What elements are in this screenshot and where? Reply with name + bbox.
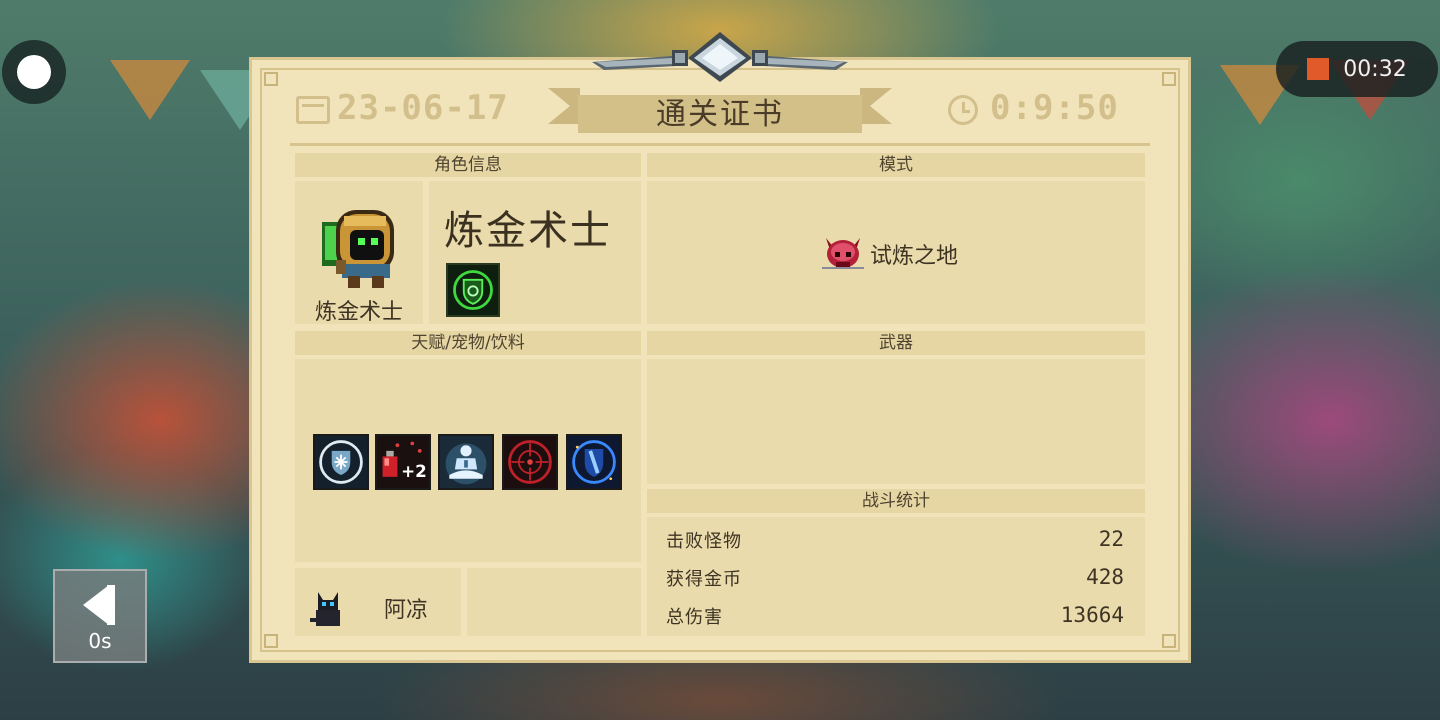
bunting-flag: [110, 60, 190, 120]
stat-row-kills: 击败怪物 22: [666, 527, 1124, 557]
stop-icon[interactable]: [1307, 58, 1330, 80]
clear-duration: 0:9:50: [990, 88, 1119, 128]
corner-ornament: [1162, 72, 1176, 86]
red-demon-skull-icon: [822, 238, 864, 269]
character-class-name: 炼金术士: [444, 208, 612, 254]
diamond-crest-ornament: [592, 32, 848, 82]
certificate-title: 通关证书: [656, 97, 784, 132]
stat-label: 总伤害: [666, 607, 723, 628]
drink-box: [467, 568, 641, 636]
green-shield-skill-icon: [446, 263, 500, 317]
stat-value: 13664: [1060, 603, 1124, 627]
mode-heading: 模式: [647, 153, 1145, 177]
svg-text:+2: +2: [401, 461, 427, 481]
pet-name: 阿凉: [384, 598, 429, 623]
black-cat-icon: [310, 592, 340, 626]
weapon-heading: 武器: [647, 331, 1145, 355]
stat-row-damage: 总伤害 13664: [666, 603, 1124, 633]
back-button-countdown: 0s: [88, 629, 112, 653]
mode-name: 试炼之地: [870, 244, 959, 269]
header-divider: [290, 143, 1150, 146]
ice-shield-talent-icon: [313, 434, 369, 490]
back-button[interactable]: 0s: [53, 569, 147, 663]
corner-ornament: [264, 72, 278, 86]
meditating-figure-talent-icon: [438, 434, 494, 490]
stat-row-gold: 获得金币 428: [666, 565, 1124, 595]
corner-ornament: [264, 634, 278, 648]
stat-label: 获得金币: [666, 569, 742, 590]
calendar-icon: [296, 96, 330, 124]
battle-stats-heading: 战斗统计: [647, 489, 1145, 513]
mode-display: 试炼之地: [820, 234, 958, 274]
stat-value: 22: [1098, 527, 1124, 551]
back-arrow-icon: [83, 585, 109, 625]
record-dot-icon: [17, 55, 51, 89]
back-arrow-bar: [107, 585, 115, 625]
corner-ornament: [1162, 634, 1176, 648]
floating-record-button[interactable]: [2, 40, 66, 104]
clock-icon: [948, 95, 978, 125]
certificate-date: 23-06-17: [337, 88, 509, 128]
weapon-box: [647, 359, 1145, 484]
ribbon-tail-left: [548, 88, 570, 124]
potion-plus-two-talent-icon: +2: [375, 434, 431, 490]
ribbon-tail-right: [870, 88, 892, 124]
blue-shield-slash-talent-icon: [566, 434, 622, 490]
alchemist-avatar-icon: [322, 210, 394, 288]
character-info-heading: 角色信息: [295, 153, 641, 177]
recording-time: 00:32: [1343, 56, 1407, 82]
talents-heading: 天赋/宠物/饮料: [295, 331, 641, 355]
stat-value: 428: [1086, 565, 1124, 589]
recording-indicator[interactable]: 00:32: [1276, 41, 1438, 97]
red-crosshair-talent-icon: [502, 434, 558, 490]
stat-label: 击败怪物: [666, 531, 742, 552]
character-class-label: 炼金术士: [314, 300, 403, 325]
